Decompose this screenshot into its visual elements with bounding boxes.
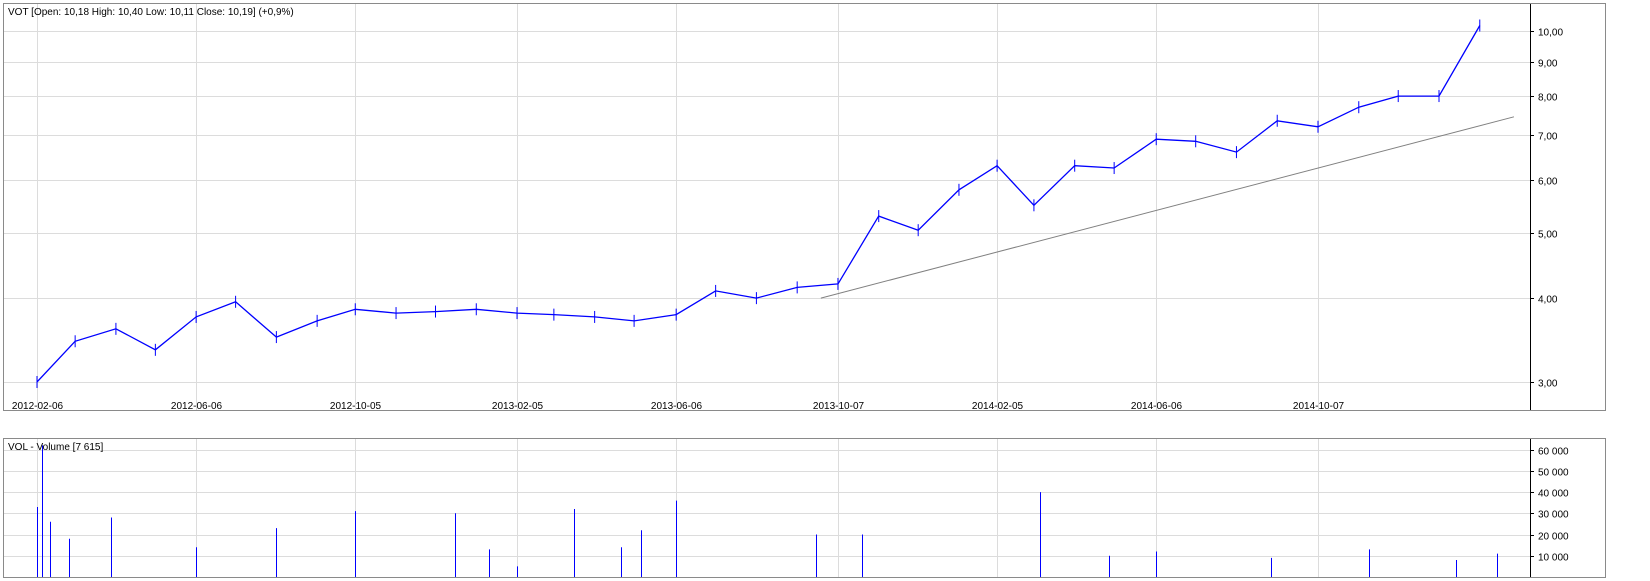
volume-name: Volume <box>37 442 71 453</box>
date-x-tick-label: 2012-10-05 <box>330 401 382 412</box>
date-x-tick-label: 2012-06-06 <box>171 401 223 412</box>
close-value: 10,19 <box>228 7 253 18</box>
open-value: 10,18 <box>64 7 89 18</box>
date-x-tick-label: 2014-06-06 <box>1131 401 1183 412</box>
low-value: 10,11 <box>170 7 195 18</box>
stock-chart: 3,00 4,00 5,00 6,00 7,00 8,00 9,00 10,00 2012-0… <box>3 3 1606 578</box>
date-x-tick-label: 2013-06-06 <box>651 401 703 412</box>
volume-grid <box>4 439 1530 577</box>
price-y-tick-label: 6,00 <box>1538 177 1558 188</box>
date-x-tick-label: 2013-02-05 <box>492 401 544 412</box>
change-value: (+0,9%) <box>258 7 293 18</box>
price-grid <box>4 4 1530 410</box>
price-y-tick-label: 9,00 <box>1538 59 1558 70</box>
trendline <box>820 116 1515 299</box>
volume-bars <box>37 445 1498 577</box>
price-series <box>36 19 1481 388</box>
price-y-axis: 3,00 4,00 5,00 6,00 7,00 8,00 9,00 10,00 <box>1530 4 1563 410</box>
date-x-tick-label: 2013-10-07 <box>813 401 865 412</box>
price-y-tick-label: 5,00 <box>1538 230 1558 241</box>
price-y-tick-label: 3,00 <box>1538 379 1558 390</box>
symbol-label: VOT <box>8 7 28 18</box>
date-x-tick-label: 2014-10-07 <box>1293 401 1345 412</box>
volume-y-tick-label: 20 000 <box>1538 532 1569 543</box>
chart-window: 3,00 4,00 5,00 6,00 7,00 8,00 9,00 10,00 2012-0… <box>0 0 1650 581</box>
price-y-tick-label: 8,00 <box>1538 93 1558 104</box>
price-header: VOT [Open: 10,18 High: 10,40 Low: 10,11 … <box>8 7 294 18</box>
volume-y-tick-label: 30 000 <box>1538 510 1569 521</box>
price-series-line <box>36 25 1481 383</box>
volume-y-tick-label: 60 000 <box>1538 447 1569 458</box>
date-x-tick-label: 2012-02-06 <box>12 401 64 412</box>
price-panel-frame <box>3 3 1606 411</box>
volume-value: 7 615 <box>75 442 100 453</box>
volume-y-tick-label: 40 000 <box>1538 489 1569 500</box>
volume-y-tick-label: 10 000 <box>1538 553 1569 564</box>
volume-indicator: VOL <box>8 442 28 453</box>
volume-y-tick-label: 50 000 <box>1538 468 1569 479</box>
high-value: 10,40 <box>118 7 143 18</box>
date-x-axis: 2012-02-06 2012-06-06 2012-10-05 2013-02-05… <box>12 401 1345 412</box>
price-y-tick-label: 10,00 <box>1538 28 1563 39</box>
volume-header: VOL - Volume [7 615] <box>8 442 103 453</box>
support-trendline <box>820 116 1515 299</box>
date-x-tick-label: 2014-02-05 <box>972 401 1024 412</box>
price-y-tick-label: 7,00 <box>1538 132 1558 143</box>
volume-y-axis: 10 000 20 000 30 000 40 000 50 000 60 000 <box>1530 439 1569 577</box>
price-y-tick-label: 4,00 <box>1538 295 1558 306</box>
